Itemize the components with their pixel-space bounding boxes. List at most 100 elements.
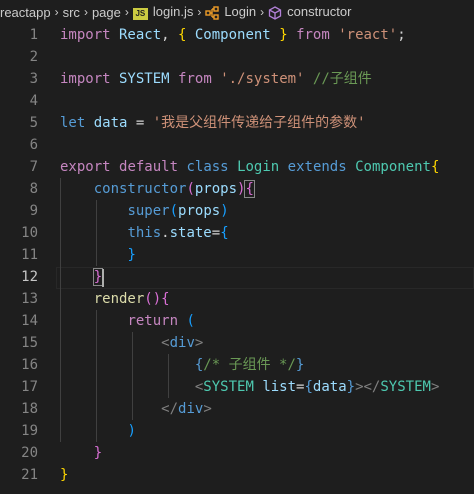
breadcrumb-label: login.js: [152, 4, 194, 19]
line-number: 12: [21, 269, 38, 285]
breadcrumb-label: page: [91, 4, 121, 20]
code-line[interactable]: 19 ): [0, 420, 474, 442]
code-line[interactable]: 16 {/* 子组件 */}: [0, 354, 474, 376]
code-text: this.state={: [60, 222, 228, 244]
code-token: list: [262, 379, 297, 395]
code-line[interactable]: 9 super(props): [0, 200, 474, 222]
breadcrumb-separator: ›: [124, 5, 129, 19]
code-token: let: [60, 115, 86, 131]
code-token: SYSTEM: [110, 71, 170, 87]
code-token: ): [152, 291, 162, 307]
breadcrumb-item[interactable]: constructor: [268, 4, 351, 20]
code-token: //子组件: [312, 71, 372, 87]
code-token: {: [430, 159, 440, 175]
line-number: 19: [21, 423, 38, 439]
code-token: Component: [355, 159, 431, 175]
code-line[interactable]: 12 }: [0, 266, 474, 288]
code-editor[interactable]: 1 import React, { Component } from 'react…: [0, 24, 474, 494]
code-token: (: [144, 291, 153, 307]
code-line[interactable]: 3 import SYSTEM from './system' //子组件: [0, 68, 474, 90]
breadcrumb-separator: ›: [54, 5, 59, 19]
indent-guide: [132, 332, 133, 420]
code-token: >: [203, 401, 212, 417]
breadcrumb-item[interactable]: src: [63, 5, 80, 20]
breadcrumb-label: constructor: [287, 4, 352, 20]
code-token: props: [194, 181, 238, 197]
code-token: ;: [397, 27, 406, 43]
line-number: 1: [29, 27, 38, 43]
code-line[interactable]: 4: [0, 90, 474, 112]
code-text: import React, { Component } from 'react'…: [60, 24, 406, 46]
line-number: 8: [29, 181, 38, 197]
code-token: extends: [287, 159, 347, 175]
code-token: SYSTEM: [380, 379, 431, 395]
code-token: div: [178, 401, 204, 417]
indent-guide: [168, 354, 169, 398]
breadcrumb-item[interactable]: page: [92, 5, 121, 20]
code-line[interactable]: 6: [0, 134, 474, 156]
code-text: ): [60, 420, 135, 442]
code-line[interactable]: 14 return (: [0, 310, 474, 332]
breadcrumb-item[interactable]: Login: [205, 4, 256, 20]
code-text: }: [60, 442, 102, 464]
line-number: 3: [29, 71, 38, 87]
code-token: '我是父组件传递给子组件的参数': [152, 115, 366, 131]
code-token: }: [295, 357, 305, 373]
code-line[interactable]: 8 constructor(props){: [0, 178, 474, 200]
code-line[interactable]: 2: [0, 46, 474, 68]
code-line[interactable]: 20 }: [0, 442, 474, 464]
code-token: =: [211, 225, 221, 241]
code-line[interactable]: 21}: [0, 464, 474, 486]
line-number: 4: [29, 93, 38, 109]
code-token: ): [220, 203, 229, 219]
code-text: }: [60, 464, 68, 486]
line-number: 13: [21, 291, 38, 307]
code-token: div: [169, 335, 195, 351]
code-token: <: [161, 335, 170, 351]
code-line[interactable]: 13 render(){: [0, 288, 474, 310]
code-line[interactable]: 15 <div>: [0, 332, 474, 354]
line-number: 14: [21, 313, 38, 329]
indent-guide: [60, 178, 61, 442]
line-number: 11: [21, 247, 38, 263]
code-token: data: [312, 379, 347, 395]
line-number: 2: [29, 49, 38, 65]
breadcrumb-item[interactable]: JS login.js: [132, 4, 194, 20]
code-token: export: [60, 159, 111, 175]
code-line[interactable]: 5 let data = '我是父组件传递给子组件的参数': [0, 112, 474, 134]
code-line[interactable]: 18 </div>: [0, 398, 474, 420]
code-line[interactable]: 1 import React, { Component } from 'react…: [0, 24, 474, 46]
line-number: 9: [29, 203, 38, 219]
code-line[interactable]: 10 this.state={: [0, 222, 474, 244]
breadcrumb-separator: ›: [197, 5, 202, 19]
line-number: 16: [21, 357, 38, 373]
line-number: 5: [29, 115, 38, 131]
breadcrumb-item[interactable]: reactapp: [0, 5, 51, 20]
code-token: from: [296, 27, 330, 43]
code-token: Component: [186, 27, 271, 43]
code-token: state: [169, 225, 212, 241]
code-line[interactable]: 17 <SYSTEM list={data}></SYSTEM>: [0, 376, 474, 398]
code-token: React: [110, 27, 162, 43]
class-symbol-icon: [205, 6, 220, 20]
line-number: 20: [21, 445, 38, 461]
code-token: default: [119, 159, 179, 175]
code-line[interactable]: 11 }: [0, 244, 474, 266]
line-number: 18: [21, 401, 38, 417]
code-token: ></: [355, 379, 381, 395]
code-text: render(){: [60, 288, 170, 310]
code-line[interactable]: 7 export default class Login extends Comp…: [0, 156, 474, 178]
indent-guide: [96, 200, 97, 266]
breadcrumb-label: reactapp: [0, 4, 51, 20]
